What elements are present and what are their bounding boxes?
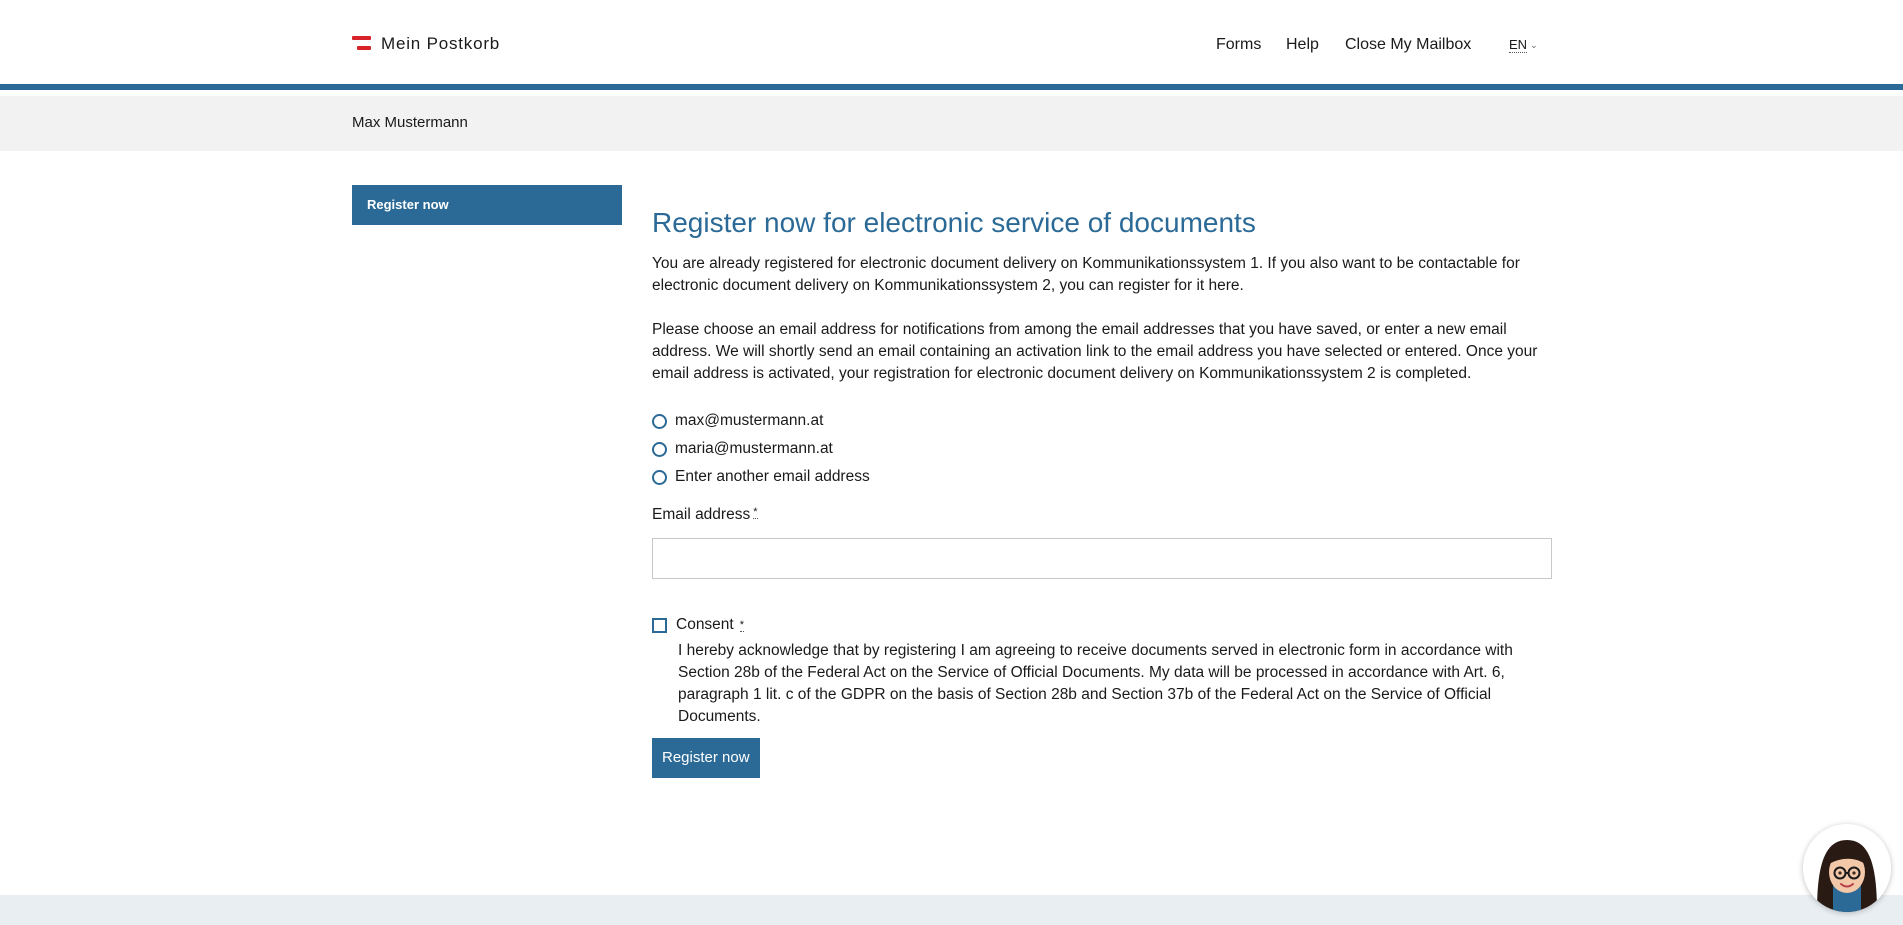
consent-checkbox[interactable]	[652, 617, 667, 633]
required-marker: *	[753, 506, 758, 519]
main-content: Register now for electronic service of d…	[652, 205, 1552, 778]
nav-forms-link[interactable]: Forms	[1216, 36, 1261, 54]
sidebar-item-register-now[interactable]: Register now	[352, 185, 622, 225]
register-now-button[interactable]: Register now	[652, 738, 760, 778]
language-selector[interactable]: EN ⌄	[1509, 38, 1538, 53]
top-header: Mein Postkorb Forms Help Close My Mailbo…	[0, 0, 1903, 90]
email-option-other[interactable]: Enter another email address	[652, 463, 1552, 491]
chevron-down-icon: ⌄	[1530, 40, 1538, 50]
radio-button[interactable]	[652, 441, 667, 457]
language-label: EN	[1509, 37, 1528, 53]
radio-button[interactable]	[652, 469, 667, 485]
intro-text: You are already registered for electroni…	[652, 255, 1520, 294]
user-name: Max Mustermann	[352, 114, 468, 131]
sidebar-item-label: Register now	[367, 197, 449, 212]
email-option-label: max@mustermann.at	[675, 412, 824, 429]
email-option-label: maria@mustermann.at	[675, 440, 833, 457]
email-option-max[interactable]: max@mustermann.at	[652, 407, 1552, 435]
nav-close-mailbox-link[interactable]: Close My Mailbox	[1345, 36, 1471, 54]
top-nav: Forms Help Close My Mailbox	[0, 36, 1903, 56]
consent-text: I hereby acknowledge that by registering…	[678, 642, 1513, 725]
consent-checkbox-row[interactable]: Consent *	[652, 616, 1552, 634]
email-options: max@mustermann.at maria@mustermann.at En…	[652, 407, 1552, 491]
email-label-text: Email address	[652, 506, 751, 523]
page-footer	[0, 895, 1903, 925]
email-input[interactable]	[652, 538, 1552, 579]
email-option-maria[interactable]: maria@mustermann.at	[652, 435, 1552, 463]
instructions-text: Please choose an email address for notif…	[652, 321, 1538, 382]
assistant-avatar-icon[interactable]	[1803, 824, 1891, 912]
radio-button[interactable]	[652, 413, 667, 429]
required-marker: *	[739, 618, 745, 632]
page-title: Register now for electronic service of d…	[652, 207, 1256, 238]
consent-label: Consent	[676, 616, 734, 633]
email-option-label: Enter another email address	[675, 468, 870, 485]
nav-help-link[interactable]: Help	[1286, 36, 1319, 54]
email-field-label: Email address *	[652, 506, 1552, 524]
user-bar: Max Mustermann	[0, 96, 1903, 151]
